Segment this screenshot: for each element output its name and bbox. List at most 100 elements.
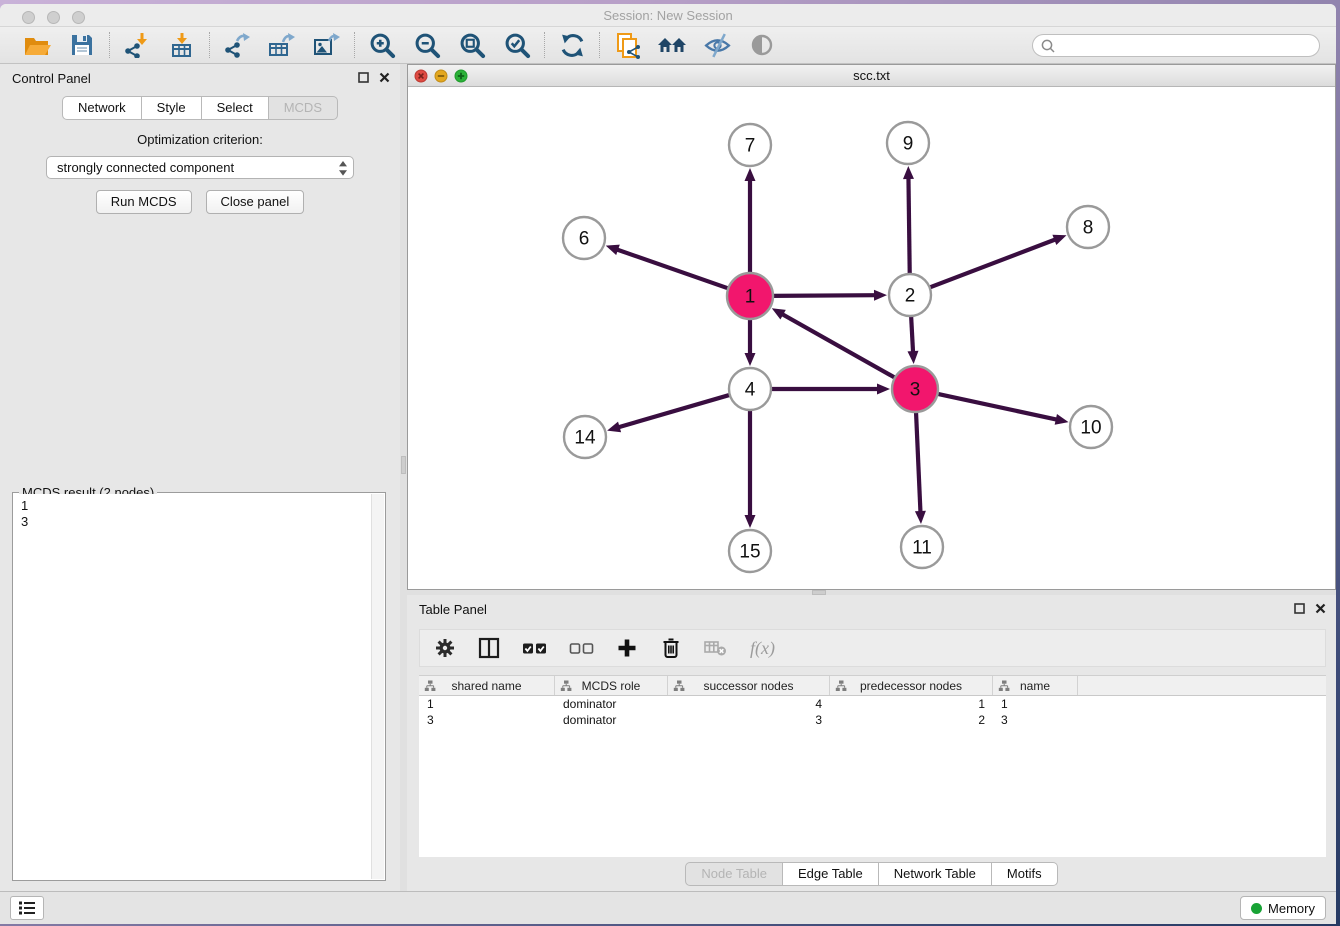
- network-window-titlebar: scc.txt: [408, 65, 1335, 87]
- control-panel-close-icon[interactable]: [379, 70, 390, 88]
- tab-style[interactable]: Style: [142, 96, 202, 120]
- tab-select[interactable]: Select: [202, 96, 269, 120]
- minimize-window-button[interactable]: [47, 11, 60, 24]
- import-table-icon[interactable]: [167, 31, 197, 59]
- column-header-shared-name[interactable]: shared name: [419, 676, 555, 695]
- edge-arrowhead-3-10: [1055, 414, 1069, 425]
- table-cell: 1: [419, 696, 555, 712]
- network-window-title: scc.txt: [853, 68, 890, 83]
- graph-node-label-4: 4: [745, 380, 756, 401]
- tab-node-table[interactable]: Node Table: [685, 862, 783, 886]
- hide-panels-icon[interactable]: [702, 31, 732, 59]
- edge-1-2[interactable]: [771, 295, 876, 296]
- search-input[interactable]: [1032, 34, 1320, 57]
- graph-node-label-10: 10: [1080, 418, 1101, 439]
- edge-3-10[interactable]: [936, 393, 1058, 419]
- workspace: Control Panel NetworkStyleSelectMCDS Opt…: [0, 64, 1336, 891]
- column-header-label: MCDS role: [582, 679, 641, 693]
- tab-motifs[interactable]: Motifs: [992, 862, 1058, 886]
- edge-1-6[interactable]: [616, 249, 730, 289]
- memory-status-icon: [1251, 903, 1262, 914]
- tab-network-table[interactable]: Network Table: [879, 862, 992, 886]
- edge-arrowhead-4-14: [607, 422, 621, 433]
- delete-table-icon[interactable]: [704, 638, 728, 658]
- edge-2-3[interactable]: [911, 314, 913, 353]
- memory-button[interactable]: Memory: [1240, 896, 1326, 920]
- delete-icon[interactable]: [660, 637, 682, 659]
- select-all-icon[interactable]: [522, 637, 547, 659]
- network-close-icon[interactable]: [414, 69, 428, 88]
- application-window: Session: New Session Control Panel: [0, 4, 1336, 924]
- column-header-name[interactable]: name: [993, 676, 1078, 695]
- settings-icon[interactable]: [434, 637, 456, 659]
- close-window-button[interactable]: [22, 11, 35, 24]
- zoom-selected-icon[interactable]: [502, 31, 532, 59]
- column-header-label: shared name: [451, 679, 521, 693]
- optimization-criterion-select[interactable]: strongly connected component: [46, 156, 354, 179]
- export-table-icon[interactable]: [267, 31, 297, 59]
- search-field-wrap: [1032, 34, 1320, 57]
- show-panel-icon[interactable]: [747, 31, 777, 59]
- window-controls: [22, 11, 85, 24]
- select-chevrons-icon: [338, 160, 348, 180]
- table-cell: 1: [993, 696, 1078, 712]
- export-image-icon[interactable]: [312, 31, 342, 59]
- graph-node-label-1: 1: [745, 287, 756, 308]
- zoom-out-icon[interactable]: [412, 31, 442, 59]
- graph-node-label-11: 11: [912, 538, 932, 559]
- edge-arrowhead-2-8: [1052, 235, 1066, 245]
- edge-3-1[interactable]: [781, 314, 896, 379]
- mcds-pane: Optimization criterion: strongly connect…: [0, 132, 400, 214]
- table-cell: 1: [830, 696, 993, 712]
- clone-network-icon[interactable]: [612, 31, 642, 59]
- automation-panel-button[interactable]: [10, 896, 44, 920]
- edge-2-8[interactable]: [928, 239, 1056, 288]
- edge-3-11[interactable]: [916, 410, 921, 513]
- tab-mcds[interactable]: MCDS: [269, 96, 338, 120]
- vertical-split-grip[interactable]: [401, 456, 406, 474]
- network-canvas[interactable]: 7968124314101511: [408, 87, 1335, 589]
- function-icon[interactable]: f(x): [750, 638, 775, 659]
- mcds-result-scrollbar[interactable]: [371, 494, 384, 879]
- table-panel-close-icon[interactable]: [1315, 601, 1326, 619]
- edge-2-9[interactable]: [908, 177, 909, 276]
- edge-4-14[interactable]: [618, 394, 732, 427]
- deselect-all-icon[interactable]: [569, 637, 594, 659]
- node-table: shared name MCDS role successor nodes prede…: [419, 675, 1326, 857]
- memory-button-label: Memory: [1268, 901, 1315, 916]
- tab-network[interactable]: Network: [62, 96, 142, 120]
- column-header-label: predecessor nodes: [860, 679, 962, 693]
- column-header-label: name: [1020, 679, 1050, 693]
- run-mcds-button[interactable]: Run MCDS: [96, 190, 192, 214]
- graph-node-label-8: 8: [1083, 218, 1094, 239]
- export-network-icon[interactable]: [222, 31, 252, 59]
- control-panel-float-icon[interactable]: [358, 70, 369, 88]
- close-panel-button[interactable]: Close panel: [206, 190, 305, 214]
- save-session-icon[interactable]: [67, 31, 97, 59]
- edge-arrowhead-1-6: [606, 245, 620, 255]
- open-file-icon[interactable]: [22, 31, 52, 59]
- vertical-split-divider[interactable]: [400, 64, 407, 891]
- zoom-window-button[interactable]: [72, 11, 85, 24]
- network-overview-icon[interactable]: [657, 31, 687, 59]
- network-minimize-icon[interactable]: [434, 69, 448, 88]
- graph-node-label-9: 9: [903, 134, 914, 155]
- tab-edge-table[interactable]: Edge Table: [783, 862, 879, 886]
- columns-icon[interactable]: [478, 637, 500, 659]
- refresh-icon[interactable]: [557, 31, 587, 59]
- table-row[interactable]: 1dominator411: [419, 696, 1326, 712]
- graph-node-label-7: 7: [745, 136, 756, 157]
- table-panel-float-icon[interactable]: [1294, 601, 1305, 619]
- zoom-fit-icon[interactable]: [457, 31, 487, 59]
- table-row[interactable]: 3dominator323: [419, 712, 1326, 728]
- column-header-successor-nodes[interactable]: successor nodes: [668, 676, 830, 695]
- mcds-result-text[interactable]: 1 3: [14, 494, 371, 879]
- column-header-predecessor-nodes[interactable]: predecessor nodes: [830, 676, 993, 695]
- network-zoom-icon[interactable]: [454, 69, 468, 88]
- column-header-MCDS-role[interactable]: MCDS role: [555, 676, 668, 695]
- import-network-icon[interactable]: [122, 31, 152, 59]
- table-cell: 3: [419, 712, 555, 728]
- zoom-in-icon[interactable]: [367, 31, 397, 59]
- edge-arrowhead-1-2: [874, 290, 887, 301]
- add-icon[interactable]: [616, 637, 638, 659]
